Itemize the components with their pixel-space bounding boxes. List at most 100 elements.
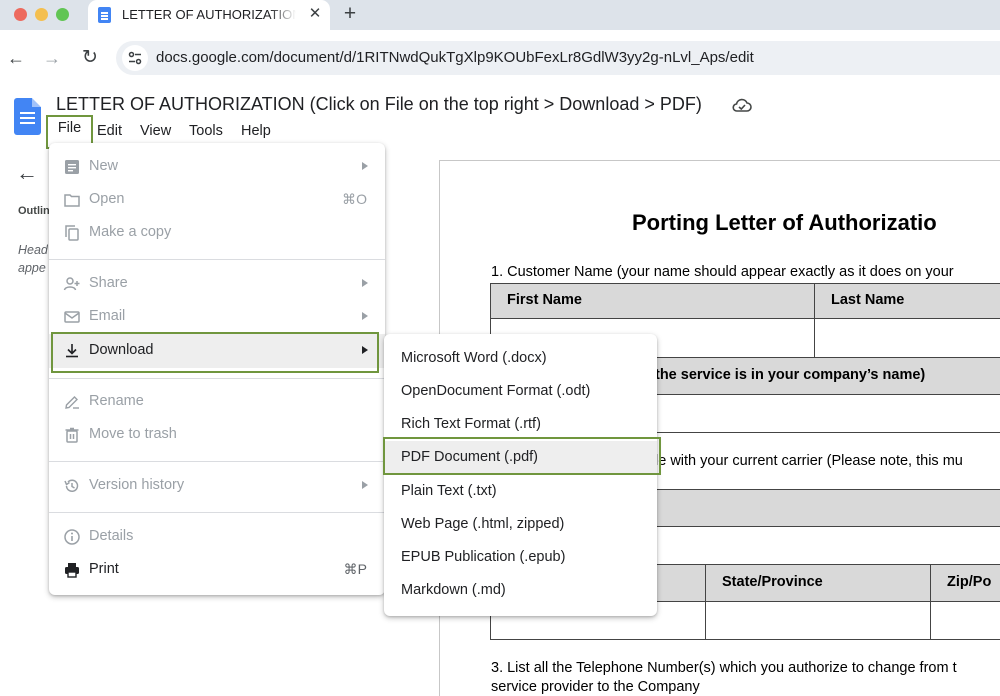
url-text: docs.google.com/document/d/1RITNwdQukTgX… [156,49,754,66]
email-icon [64,311,80,323]
docs-logo-icon[interactable] [14,98,41,135]
outline-back-arrow-icon[interactable]: ← [16,160,38,186]
file-menu-print[interactable]: Print ⌘P [49,553,385,586]
menu-help[interactable]: Help [241,118,271,144]
file-menu-email[interactable]: Email [49,300,385,333]
new-tab-button[interactable]: + [338,2,362,26]
table-header-first-name: First Name [507,292,582,308]
new-doc-icon [65,160,79,174]
menu-item-label: EPUB Publication (.epub) [401,549,566,565]
download-txt[interactable]: Plain Text (.txt) [384,475,657,508]
document-title[interactable]: LETTER OF AUTHORIZATION (Click on File o… [56,94,702,115]
download-icon [66,344,78,358]
document-heading: Porting Letter of Authorizatio [632,210,937,235]
menu-separator [49,259,385,260]
tab-title: LETTER OF AUTHORIZATION [122,7,296,22]
submenu-arrow-icon [362,346,368,354]
rename-icon [65,396,79,409]
menu-item-label: Make a copy [89,224,172,240]
menu-item-label: OpenDocument Format (.odt) [401,383,591,399]
document-line: 1. Customer Name (your name should appea… [491,264,954,280]
menu-item-label: Print [89,561,119,577]
download-submenu: Microsoft Word (.docx) OpenDocument Form… [384,334,657,616]
name-table-header: First Name Last Name [490,283,1000,319]
company-header-text: the service is in your company’s name) [655,367,926,383]
file-menu-download[interactable]: Download [49,334,385,368]
menu-tools[interactable]: Tools [189,118,223,144]
copy-icon [65,225,79,241]
browser-tab-active[interactable]: LETTER OF AUTHORIZATION ✕ [88,0,330,30]
window-close-button[interactable] [14,8,27,21]
menu-item-label: PDF Document (.pdf) [401,449,538,465]
address-bar[interactable]: docs.google.com/document/d/1RITNwdQukTgX… [116,41,1000,75]
menu-view[interactable]: View [140,118,171,144]
window-zoom-button[interactable] [56,8,69,21]
file-menu-move-to-trash[interactable]: Move to trash [49,418,385,451]
menu-item-label: Open [89,191,125,207]
menu-separator [49,461,385,462]
menu-item-label: Rename [89,393,144,409]
folder-icon [64,194,80,207]
site-settings-icon[interactable] [122,45,148,71]
document-line: 3. List all the Telephone Number(s) whic… [491,660,957,676]
menu-shortcut: ⌘O [342,191,367,207]
download-markdown[interactable]: Markdown (.md) [384,574,657,607]
docs-favicon-icon [98,7,111,23]
download-rtf[interactable]: Rich Text Format (.rtf) [384,408,657,441]
submenu-arrow-icon [362,312,368,320]
menu-edit[interactable]: Edit [97,118,122,144]
menu-separator [49,378,385,379]
menu-item-label: Version history [89,477,185,493]
outline-hint: Head appe [18,241,48,277]
menu-item-label: New [89,158,119,174]
file-menu-version-history[interactable]: Version history [49,469,385,502]
download-html[interactable]: Web Page (.html, zipped) [384,508,657,541]
info-icon [64,529,80,545]
reload-button[interactable]: ↻ [78,46,102,70]
menu-item-label: Plain Text (.txt) [401,483,497,499]
submenu-arrow-icon [362,481,368,489]
history-icon [64,479,79,492]
submenu-arrow-icon [362,279,368,287]
menu-item-label: Move to trash [89,426,177,442]
forward-button[interactable]: → [40,46,64,70]
download-epub[interactable]: EPUB Publication (.epub) [384,541,657,574]
outline-hint-line: appe [18,261,46,275]
menu-item-label: Share [89,275,128,291]
menu-item-label: Markdown (.md) [401,582,506,598]
file-menu: New Open ⌘O Make a copy Share Email Down… [49,143,385,595]
menu-shortcut: ⌘P [343,561,367,577]
printer-icon [65,563,79,578]
menu-item-label: Download [89,342,154,358]
file-menu-new[interactable]: New [49,150,385,183]
document-line: le with your current carrier (Please not… [655,453,963,469]
outline-title: Outlin [18,205,50,217]
menu-item-label: Rich Text Format (.rtf) [401,416,541,432]
download-docx[interactable]: Microsoft Word (.docx) [384,342,657,375]
download-pdf[interactable]: PDF Document (.pdf) [384,441,657,474]
cloud-saved-icon[interactable] [731,96,753,114]
file-menu-share[interactable]: Share [49,267,385,300]
browser-tab-strip: LETTER OF AUTHORIZATION ✕ + [0,0,1000,30]
menu-item-label: Microsoft Word (.docx) [401,350,547,366]
table-header-zip: Zip/Po [947,574,992,590]
file-menu-rename[interactable]: Rename [49,385,385,418]
menu-item-label: Web Page (.html, zipped) [401,516,565,532]
menu-item-label: Details [89,528,134,544]
file-menu-details[interactable]: Details [49,520,385,553]
menu-item-label: Email [89,308,126,324]
tab-close-icon[interactable]: ✕ [305,4,325,24]
table-header-last-name: Last Name [831,292,905,308]
outline-hint-line: Head [18,243,48,257]
window-minimize-button[interactable] [35,8,48,21]
file-menu-open[interactable]: Open ⌘O [49,183,385,216]
trash-icon [65,427,79,443]
menu-separator [49,512,385,513]
table-header-state: State/Province [722,574,823,590]
download-odt[interactable]: OpenDocument Format (.odt) [384,375,657,408]
share-person-icon [63,277,80,291]
file-menu-make-copy[interactable]: Make a copy [49,216,385,249]
back-button[interactable]: ← [4,46,28,70]
document-line: service provider to the Company [491,679,700,695]
submenu-arrow-icon [362,162,368,170]
